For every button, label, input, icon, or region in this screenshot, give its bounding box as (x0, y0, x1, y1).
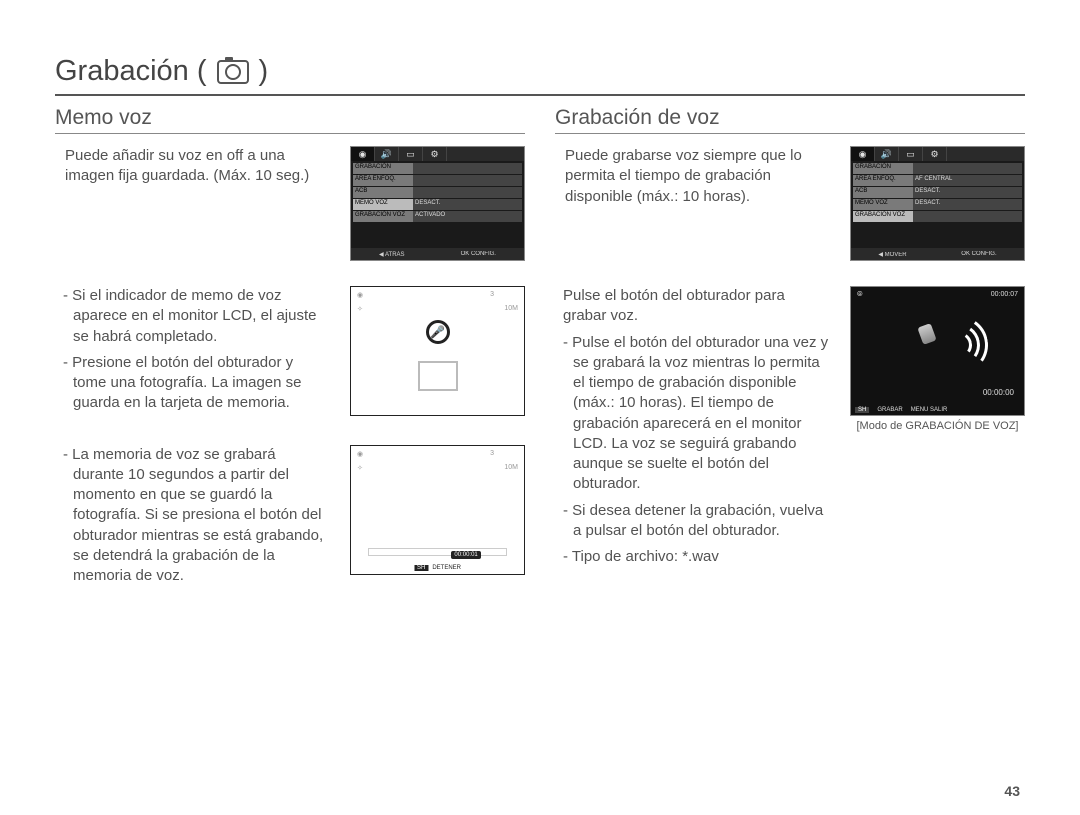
tab-camera-icon-2: ◉ (851, 147, 875, 161)
rec-time-zero: 00:00:00 (983, 388, 1014, 397)
tab-setup-icon-2: ⚙ (923, 147, 947, 161)
tab-display-icon: ▭ (399, 147, 423, 161)
tab-display-icon-2: ▭ (899, 147, 923, 161)
progress-bar (368, 548, 506, 556)
lcd-voice-block: ⦾ 00:00:07 00:00:00 SH GRABAR MENU SALIR… (850, 286, 1025, 573)
tab-camera-icon: ◉ (351, 147, 375, 161)
lcd-tabs-2: ◉ 🔊 ▭ ⚙ (851, 147, 1024, 161)
body-text-2: - La memoria de voz se grabará durante 1… (55, 445, 330, 593)
lcd-footer-back: ◀ ATRÁS (379, 251, 405, 258)
lcd-recording-memo: ◉ 3 10M ✧ 00:00:01 SH DETENER (350, 445, 525, 575)
lcd-footer-move: ◀ MOVER (878, 251, 906, 258)
intro-text-left: Puede añadir su voz en off a una imagen … (55, 146, 330, 236)
lcd-footer-ok: OK CONFIG. (461, 251, 496, 257)
lcd-tabs: ◉ 🔊 ▭ ⚙ (351, 147, 524, 161)
tab-sound-icon-2: 🔊 (875, 147, 899, 161)
rec-indicator-icon: ⦾ (857, 291, 863, 299)
res-icon: 10M (504, 305, 518, 312)
stop-label: DETENER (432, 565, 461, 571)
page-title: Grabación ( ) (55, 55, 1025, 96)
tab-sound-icon: 🔊 (375, 147, 399, 161)
focus-frame (418, 361, 458, 391)
lcd-menu-rows: GRABACIÓN ÁREA ENFOQ. ACB MEMO VOZDESACT… (351, 161, 524, 248)
sh-badge-2: SH (855, 407, 869, 413)
menu-k-gvoz: GRABACIÓN VOZ (353, 211, 413, 222)
subhead-grabacion-voz: Grabación de voz (555, 106, 1025, 134)
menu-k-grabacion: GRABACIÓN (353, 163, 413, 174)
menu-k-acb: ACB (353, 187, 413, 198)
flash-icon-2: ✧ (357, 464, 363, 472)
lcd-voice-rec: ⦾ 00:00:07 00:00:00 SH GRABAR MENU SALIR (850, 286, 1025, 416)
menu-k-area: ÁREA ENFOQ. (353, 175, 413, 186)
subhead-memo-voz: Memo voz (55, 106, 525, 134)
body-text-1: - Si el indicador de memo de voz aparece… (55, 286, 330, 420)
intro-text-right: Puede grabarse voz siempre que lo permit… (555, 146, 830, 236)
exit-label: MENU SALIR (911, 407, 948, 413)
count-icon-2: 3 (490, 450, 494, 457)
rec-time: 00:00:01 (451, 551, 480, 559)
menu-k-memo: MEMO VOZ (353, 199, 413, 210)
elapsed-time: 00:00:07 (991, 291, 1018, 299)
mic-icon: 🎤 (426, 320, 450, 344)
lcd-menu-voz: ◉ 🔊 ▭ ⚙ GRABACIÓN ÁREA ENFOQ.AF CENTRAL … (850, 146, 1025, 261)
sh-badge: SH (414, 565, 428, 571)
flash-icon: ✧ (357, 305, 363, 313)
res-icon-2: 10M (504, 464, 518, 471)
camera-icon (217, 60, 249, 84)
count-icon: 3 (490, 291, 494, 298)
stop-row: SH DETENER (414, 565, 461, 571)
tab-setup-icon: ⚙ (423, 147, 447, 161)
column-grabacion-voz: Grabación de voz Puede grabarse voz siem… (555, 106, 1025, 617)
mode-icon: ◉ (357, 291, 363, 299)
voice-caption: [Modo de GRABACIÓN DE VOZ] (850, 420, 1025, 432)
mode-icon-2: ◉ (357, 450, 363, 458)
lcd-menu-rows-2: GRABACIÓN ÁREA ENFOQ.AF CENTRAL ACBDESAC… (851, 161, 1024, 248)
lcd-footer-ok-2: OK CONFIG. (961, 251, 996, 257)
page-number: 43 (1004, 783, 1020, 799)
page-title-text: Grabación ( (55, 55, 207, 88)
lcd-menu-memo: ◉ 🔊 ▭ ⚙ GRABACIÓN ÁREA ENFOQ. ACB MEMO V… (350, 146, 525, 261)
lcd-photo-memo: ◉ 3 10M ✧ 🎤 (350, 286, 525, 416)
body-text-right: Pulse el botón del obturador para grabar… (555, 286, 830, 573)
page-title-close: ) (259, 55, 269, 88)
column-memo-voz: Memo voz Puede añadir su voz en off a un… (55, 106, 525, 617)
rec-label: GRABAR (877, 407, 902, 413)
